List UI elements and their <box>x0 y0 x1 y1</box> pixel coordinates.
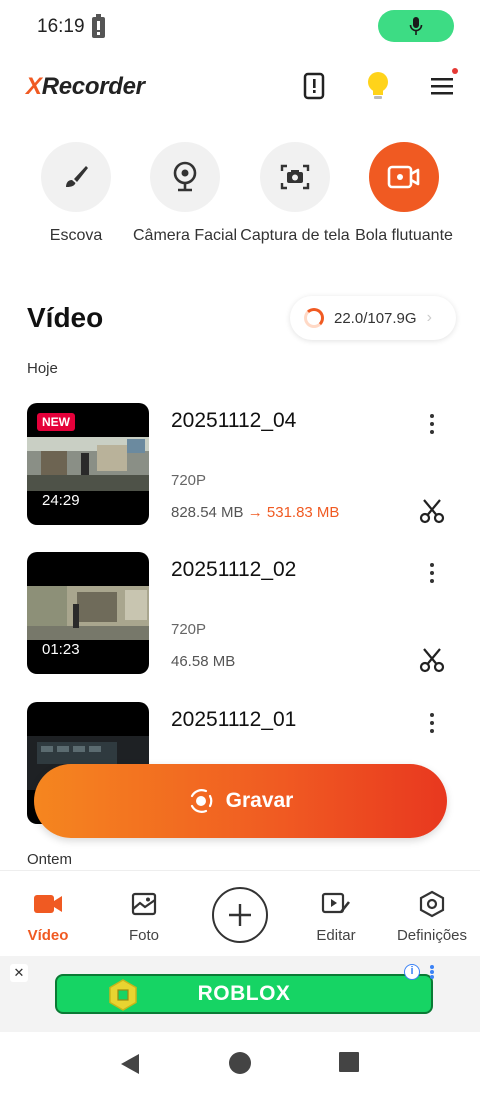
mic-icon <box>409 17 423 35</box>
system-nav-bar <box>0 1032 480 1098</box>
tool-screenshot[interactable]: Captura de tela <box>235 142 355 246</box>
menu-icon[interactable] <box>424 68 460 104</box>
video-camera-icon <box>0 889 96 919</box>
storage-text: 22.0/107.9G <box>334 309 417 327</box>
photo-icon <box>96 889 192 919</box>
roblox-logo-icon <box>109 979 137 1011</box>
tool-label: Bola flutuante <box>355 227 453 244</box>
storage-ring-icon <box>304 308 324 328</box>
video-duration: 01:23 <box>42 641 80 658</box>
tool-label: Câmera Facial <box>132 227 238 244</box>
tool-label: Captura de tela <box>240 227 350 244</box>
tool-label: Escova <box>49 227 103 244</box>
app-logo: XRecorder <box>26 73 145 100</box>
date-group-yesterday: Ontem <box>27 851 73 868</box>
tool-floating-ball[interactable]: Bola flutuante <box>344 142 464 246</box>
battery-alert-icon <box>92 14 105 38</box>
record-icon <box>190 789 212 813</box>
video-item[interactable]: 01:23 20251112_02 720P 46.58 MB <box>0 552 480 674</box>
nav-video[interactable]: Vídeo <box>0 871 96 957</box>
status-bar: 16:19 <box>0 0 480 52</box>
thumbnail-image <box>27 586 149 640</box>
video-resolution: 720P <box>171 621 207 638</box>
storage-indicator[interactable]: 22.0/107.9G › <box>290 296 456 340</box>
video-duration: 24:29 <box>42 492 80 509</box>
video-thumbnail[interactable]: 01:23 <box>27 552 149 674</box>
more-options-icon[interactable] <box>420 560 444 586</box>
home-icon[interactable] <box>229 1052 251 1074</box>
app-header: XRecorder <box>0 56 480 116</box>
nav-label: Editar <box>316 927 356 944</box>
tool-brush[interactable]: Escova <box>16 142 136 246</box>
video-item[interactable]: NEW 24:29 20251112_04 720P 828.54 MB → 5… <box>0 403 480 525</box>
ad-label: ROBLOX <box>197 982 291 1005</box>
webcam-icon <box>150 142 220 212</box>
nav-label: Foto <box>128 927 159 944</box>
tools-row: Escova Câmera Facial Captura de tela Bol… <box>0 142 480 272</box>
brush-icon <box>41 142 111 212</box>
edit-video-icon <box>288 889 384 919</box>
ad-cta-button[interactable]: ROBLOX <box>55 974 433 1014</box>
nav-settings[interactable]: Definições <box>384 871 480 957</box>
back-icon[interactable] <box>119 1052 141 1076</box>
status-time: 16:19 <box>37 16 85 37</box>
page-title: Vídeo <box>27 302 104 333</box>
nav-photo[interactable]: Foto <box>96 871 192 957</box>
video-title: 20251112_04 <box>171 409 297 432</box>
plus-icon <box>229 904 251 926</box>
screenshot-icon <box>260 142 330 212</box>
video-thumbnail[interactable]: NEW 24:29 <box>27 403 149 525</box>
more-options-icon[interactable] <box>420 411 444 437</box>
date-group-today: Hoje <box>27 360 58 377</box>
scissors-icon[interactable] <box>418 646 446 674</box>
record-label: Gravar <box>225 789 294 812</box>
ad-more-icon[interactable] <box>430 965 434 979</box>
scissors-icon[interactable] <box>418 497 446 525</box>
floating-camera-icon <box>369 142 439 212</box>
ad-info-icon[interactable]: i <box>404 964 420 980</box>
ad-banner: ✕ ROBLOX i <box>0 956 480 1032</box>
nav-edit[interactable]: Editar <box>288 871 384 957</box>
nav-label: Definições <box>396 927 468 944</box>
video-title: 20251112_02 <box>171 558 297 581</box>
mic-indicator[interactable] <box>378 10 454 42</box>
chevron-right-icon: › <box>426 309 432 326</box>
add-button[interactable] <box>212 887 268 943</box>
video-resolution: 720P <box>171 472 207 489</box>
recents-icon[interactable] <box>339 1052 359 1072</box>
nav-label: Vídeo <box>27 927 69 944</box>
more-options-icon[interactable] <box>420 710 444 736</box>
video-title: 20251112_01 <box>171 708 297 731</box>
ad-close-button[interactable]: ✕ <box>10 964 28 982</box>
phone-alert-icon[interactable] <box>296 68 332 104</box>
notification-dot <box>452 68 458 74</box>
lightbulb-icon[interactable] <box>360 68 396 104</box>
record-button[interactable]: Gravar <box>34 764 447 838</box>
video-size: 46.58 MB <box>171 653 236 670</box>
settings-hexagon-icon <box>384 889 480 919</box>
tool-facecam[interactable]: Câmera Facial <box>125 142 245 246</box>
thumbnail-image <box>27 437 149 491</box>
bottom-nav: Vídeo Foto Editar Definições <box>0 870 480 956</box>
new-badge: NEW <box>37 413 75 431</box>
video-size: 828.54 MB → 531.83 MB <box>171 504 340 521</box>
